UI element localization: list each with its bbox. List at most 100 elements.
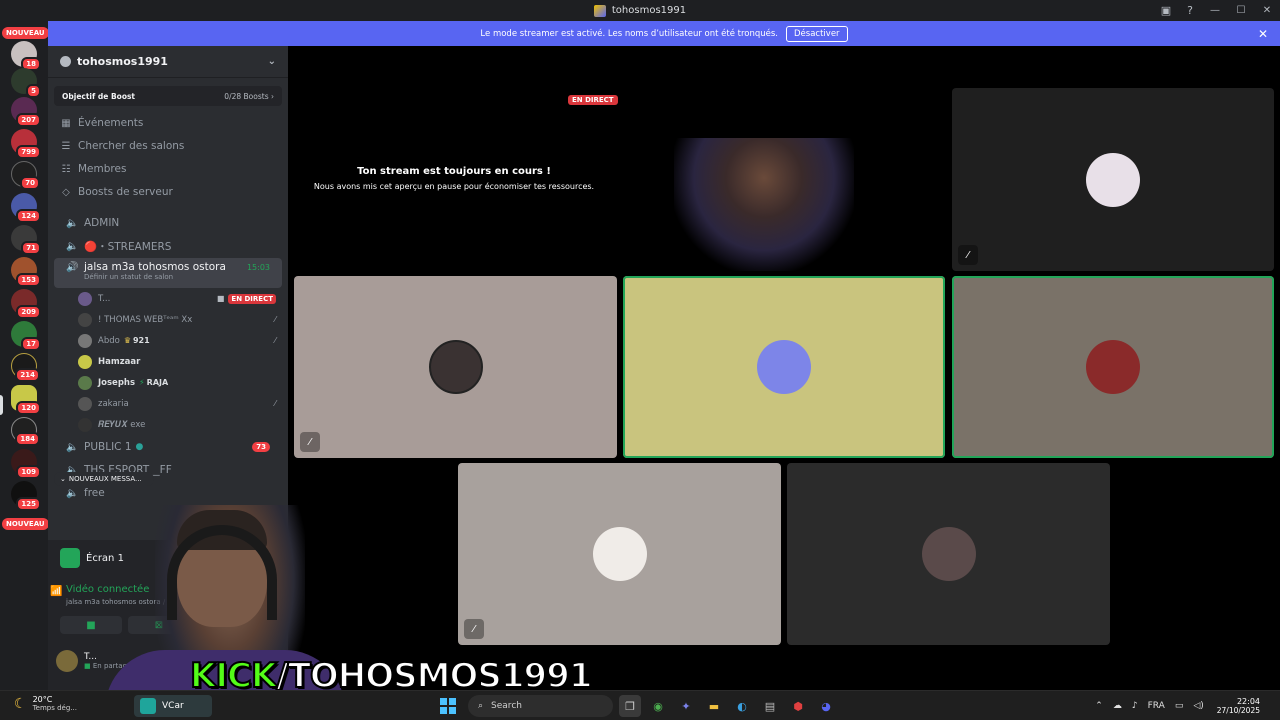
avatar	[757, 340, 811, 394]
participant-tile[interactable]: ⁄	[294, 276, 617, 458]
server-item[interactable]: 124	[11, 193, 41, 223]
camera-icon: ■	[216, 294, 225, 303]
taskbar-app-vcard[interactable]: VCar	[134, 695, 212, 717]
edge-icon[interactable]: ◐	[731, 695, 753, 717]
server-icon	[593, 4, 606, 17]
participant-tile[interactable]	[787, 463, 1110, 645]
speaker-icon: 🔈	[66, 441, 79, 453]
set-status-hint[interactable]: Définir un statut de salon	[84, 273, 173, 281]
channel-public1[interactable]: 🔈 PUBLIC 1 ● 73	[54, 436, 282, 458]
server-item-active[interactable]: 120	[11, 385, 41, 415]
muted-icon: ⁄	[274, 315, 276, 324]
voice-user[interactable]: Hamzaar	[48, 351, 288, 372]
inbox-icon[interactable]: ▣	[1154, 0, 1178, 21]
voice-user[interactable]: T... ■ EN DIRECT	[48, 288, 288, 309]
menu-browse-channels[interactable]: ☰ Chercher des salons	[48, 135, 288, 157]
channel-active-voice[interactable]: 🔊 jalsa m3a tohosmos ostora 15:03 Défini…	[54, 258, 282, 288]
server-item[interactable]: 184	[11, 417, 40, 446]
menu-events[interactable]: ▦ Événements	[48, 112, 288, 134]
server-item[interactable]: 207	[11, 97, 41, 127]
channel-admin[interactable]: 🔈 ADMIN	[54, 212, 282, 234]
minimize-button[interactable]: —	[1202, 0, 1228, 21]
participant-tile[interactable]: ⁄	[952, 88, 1274, 271]
server-item[interactable]: 153	[11, 257, 41, 287]
title-bar: tohosmos1991 ▣ ? — ☐ ✕	[0, 0, 1280, 21]
new-indicator[interactable]: NOUVEAU	[2, 27, 48, 39]
chevron-down-icon: ⌄	[267, 56, 276, 67]
new-indicator-bottom[interactable]: NOUVEAU	[2, 518, 48, 530]
file-explorer-icon[interactable]: ▬	[703, 695, 725, 717]
avatar	[428, 340, 483, 394]
discord-icon[interactable]: ◕	[815, 695, 837, 717]
boost-goal-bar[interactable]: Objectif de Boost 0/28 Boosts ›	[54, 86, 282, 106]
task-view-icon[interactable]: ❐	[619, 695, 641, 717]
stream-paused-title: Ton stream est toujours en cours !	[357, 166, 551, 177]
screen-share-preview[interactable]: Écran 1	[60, 548, 124, 568]
avatar	[1086, 152, 1140, 207]
maximize-button[interactable]: ☐	[1228, 0, 1254, 21]
voice-user[interactable]: 𝑹𝑬𝒀𝑼𝑿 exe	[48, 414, 288, 435]
store-icon[interactable]: ▤	[759, 695, 781, 717]
server-list: NOUVEAU 18 5 207 799 70 124 71 153 209 1…	[0, 21, 48, 690]
system-tray: ⌃ ☁ ♪ FRA ▭ ◁) 22:04 27/10/2025	[1090, 691, 1280, 720]
close-icon[interactable]: ✕	[1258, 27, 1268, 41]
screen-share-icon: ■	[84, 662, 91, 670]
muted-icon: ⁄	[464, 619, 484, 639]
guild-icon	[60, 56, 71, 67]
participant-tile-speaking[interactable]	[952, 276, 1274, 458]
camera-icon: ■	[86, 619, 96, 631]
camera-button[interactable]: ■	[60, 616, 122, 634]
security-icon[interactable]: ⬢	[787, 695, 809, 717]
teams-icon[interactable]: ✦	[675, 695, 697, 717]
kick-overlay-text: KICK/TOHOSMOS1991	[189, 655, 594, 697]
volume-icon[interactable]: ◁)	[1193, 701, 1203, 711]
microphone-icon[interactable]: ♪	[1132, 701, 1138, 711]
calendar-icon: ▦	[61, 117, 71, 129]
network-icon[interactable]: ▭	[1175, 701, 1184, 711]
server-item[interactable]: 18	[11, 41, 41, 71]
server-item[interactable]: 125	[11, 481, 41, 511]
voice-user[interactable]: Abdo ♛ 921 ⁄	[48, 330, 288, 351]
voice-user[interactable]: Josephs ⚡ RAJA	[48, 372, 288, 393]
taskbar-search[interactable]: ⌕ Search	[468, 695, 613, 717]
boost-icon: ◇	[62, 186, 70, 198]
avatar	[78, 396, 92, 411]
screen-icon	[60, 548, 80, 568]
server-item[interactable]: 71	[11, 225, 41, 255]
server-item[interactable]: 214	[11, 353, 40, 382]
window-title: tohosmos1991	[593, 4, 686, 17]
cloud-icon[interactable]: ☁	[1113, 701, 1122, 711]
participant-tile-speaking[interactable]	[623, 276, 945, 458]
start-button[interactable]	[440, 698, 456, 714]
server-item[interactable]: 109	[11, 449, 41, 479]
voice-user[interactable]: ! THOMAS WEBᵀᵉᵃᵐ Xx ⁄	[48, 309, 288, 330]
taskbar-clock[interactable]: 22:04 27/10/2025	[1217, 697, 1260, 715]
menu-server-boosts[interactable]: ◇ Boosts de serveur	[48, 181, 288, 203]
members-icon: ☷	[61, 163, 71, 175]
stream-paused-subtitle: Nous avons mis cet aperçu en pause pour …	[313, 182, 595, 191]
server-item[interactable]: 17	[11, 321, 41, 351]
signal-icon: 📶	[50, 586, 63, 597]
voice-user[interactable]: zakaria ⁄	[48, 393, 288, 414]
weather-widget[interactable]: ☾ 20°C Temps dég...	[14, 695, 77, 712]
muted-icon: ⁄	[958, 245, 978, 265]
new-messages-pill[interactable]: ⌄ NOUVEAUX MESSA...	[54, 472, 154, 486]
speaker-icon: 🔈	[66, 487, 79, 499]
help-icon[interactable]: ?	[1178, 0, 1202, 21]
speaker-icon: 🔊	[66, 261, 79, 273]
server-item[interactable]: 209	[11, 289, 41, 319]
server-item[interactable]: 5	[11, 68, 41, 98]
menu-members[interactable]: ☷ Membres	[48, 158, 288, 180]
participant-tile[interactable]: ⁄	[458, 463, 781, 645]
language-indicator[interactable]: FRA	[1148, 701, 1165, 711]
close-window-button[interactable]: ✕	[1254, 0, 1280, 21]
channel-streamers[interactable]: 🔈 🔴・STREAMERS	[54, 235, 282, 257]
crown-icon: ♛	[123, 336, 131, 345]
server-item[interactable]: 799	[11, 129, 41, 159]
guild-header[interactable]: tohosmos1991 ⌄	[48, 46, 288, 78]
stream-tile[interactable]: EN DIRECT Ton stream est toujours en cou…	[294, 88, 946, 271]
server-item[interactable]: 70	[11, 161, 40, 190]
chevron-up-icon[interactable]: ⌃	[1095, 701, 1103, 711]
disable-streamer-mode-button[interactable]: Désactiver	[786, 25, 848, 42]
chrome-icon[interactable]: ◉	[647, 695, 669, 717]
